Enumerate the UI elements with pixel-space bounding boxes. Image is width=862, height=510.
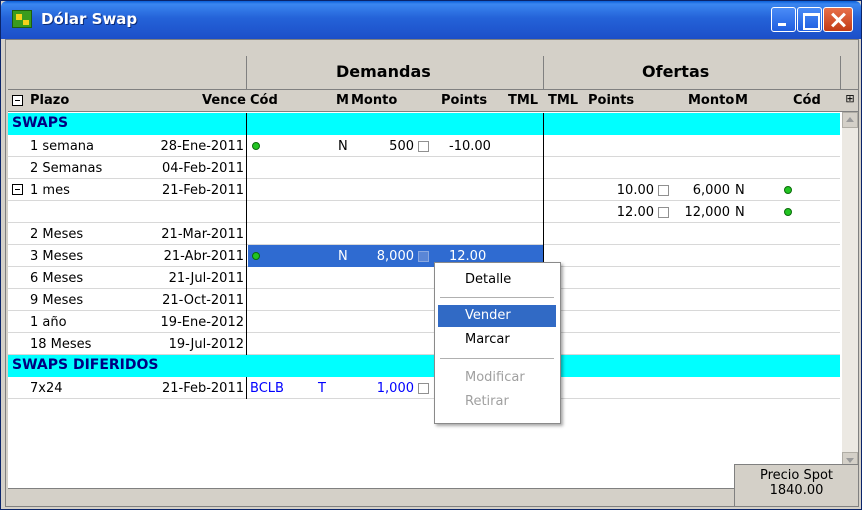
- row-checkbox[interactable]: [418, 251, 429, 262]
- scroll-up-button[interactable]: [842, 112, 858, 128]
- menu-item-retirar: Retirar: [465, 394, 509, 409]
- green-dot-icon: [252, 142, 260, 150]
- column-header: Plazo Vence Cód M Monto Points TML TML P…: [8, 90, 858, 112]
- col-points[interactable]: Points: [441, 93, 487, 108]
- col-m[interactable]: M: [336, 93, 349, 108]
- collapse-all-icon[interactable]: [12, 95, 23, 106]
- collapse-row-icon[interactable]: [12, 184, 23, 195]
- menu-item-vender[interactable]: Vender: [438, 305, 556, 327]
- group-header: Demandas Ofertas: [8, 56, 858, 90]
- section-swaps: SWAPS: [8, 113, 840, 135]
- main-window: Dólar Swap Demandas Ofertas Plazo Vence …: [0, 0, 862, 510]
- menu-item-modificar: Modificar: [465, 370, 525, 385]
- col-monto[interactable]: Monto: [351, 93, 397, 108]
- col-m-ofertas[interactable]: M: [735, 93, 748, 108]
- client-area: Demandas Ofertas Plazo Vence Cód M Monto…: [5, 39, 859, 507]
- precio-spot-panel: Precio Spot 1840.00: [734, 464, 858, 506]
- context-menu: Detalle Vender Marcar Modificar Retirar: [434, 262, 561, 424]
- col-cod-ofertas[interactable]: Cód: [793, 93, 821, 108]
- table-row[interactable]: 1 semana 28-Ene-2011 N 500 -10.00: [8, 135, 840, 157]
- group-demandas: Demandas: [336, 62, 431, 81]
- title-bar[interactable]: Dólar Swap: [1, 1, 861, 39]
- group-ofertas: Ofertas: [642, 62, 710, 81]
- col-tml-ofertas[interactable]: TML: [548, 93, 578, 108]
- menu-item-detalle[interactable]: Detalle: [438, 269, 556, 291]
- row-checkbox[interactable]: [658, 207, 669, 218]
- table-row[interactable]: 2 Semanas 04-Feb-2011: [8, 157, 840, 179]
- status-bar: [8, 488, 858, 506]
- col-cod[interactable]: Cód: [250, 93, 278, 108]
- table-row[interactable]: 6 Meses 21-Jul-2011: [8, 267, 840, 289]
- green-dot-icon: [784, 186, 792, 194]
- app-icon: [12, 10, 32, 28]
- col-points-ofertas[interactable]: Points: [588, 93, 634, 108]
- maximize-button[interactable]: [797, 7, 822, 32]
- row-checkbox[interactable]: [418, 383, 429, 394]
- table-row[interactable]: 12.00 12,000 N: [8, 201, 840, 223]
- precio-spot-label: Precio Spot: [759, 468, 834, 483]
- col-tml[interactable]: TML: [508, 93, 538, 108]
- window-title: Dólar Swap: [41, 10, 138, 28]
- table-row[interactable]: 3 Meses 21-Abr-2011 N 8,000 12.00: [8, 245, 840, 267]
- row-checkbox[interactable]: [658, 185, 669, 196]
- table-row[interactable]: 7x24 21-Feb-2011 BCLB T 1,000: [8, 377, 840, 399]
- section-swaps-diferidos: SWAPS DIFERIDOS: [8, 355, 840, 377]
- precio-spot-value: 1840.00: [769, 483, 824, 498]
- close-button[interactable]: [823, 7, 853, 32]
- table-row[interactable]: 2 Meses 21-Mar-2011: [8, 223, 840, 245]
- col-plazo[interactable]: Plazo: [30, 93, 69, 108]
- table-row[interactable]: 18 Meses 19-Jul-2012: [8, 333, 840, 355]
- menu-item-marcar[interactable]: Marcar: [438, 329, 556, 351]
- green-dot-icon: [784, 208, 792, 216]
- column-chooser-icon[interactable]: ⊞: [842, 92, 858, 108]
- table-row[interactable]: 9 Meses 21-Oct-2011: [8, 289, 840, 311]
- col-monto-ofertas[interactable]: Monto: [688, 93, 734, 108]
- table-row[interactable]: 1 año 19-Ene-2012: [8, 311, 840, 333]
- green-dot-icon: [252, 252, 260, 260]
- col-vence[interactable]: Vence: [188, 93, 246, 108]
- row-checkbox[interactable]: [418, 141, 429, 152]
- minimize-button[interactable]: [771, 7, 796, 32]
- vertical-scrollbar[interactable]: [842, 112, 858, 488]
- table-row[interactable]: 1 mes 21-Feb-2011 10.00 6,000 N: [8, 179, 840, 201]
